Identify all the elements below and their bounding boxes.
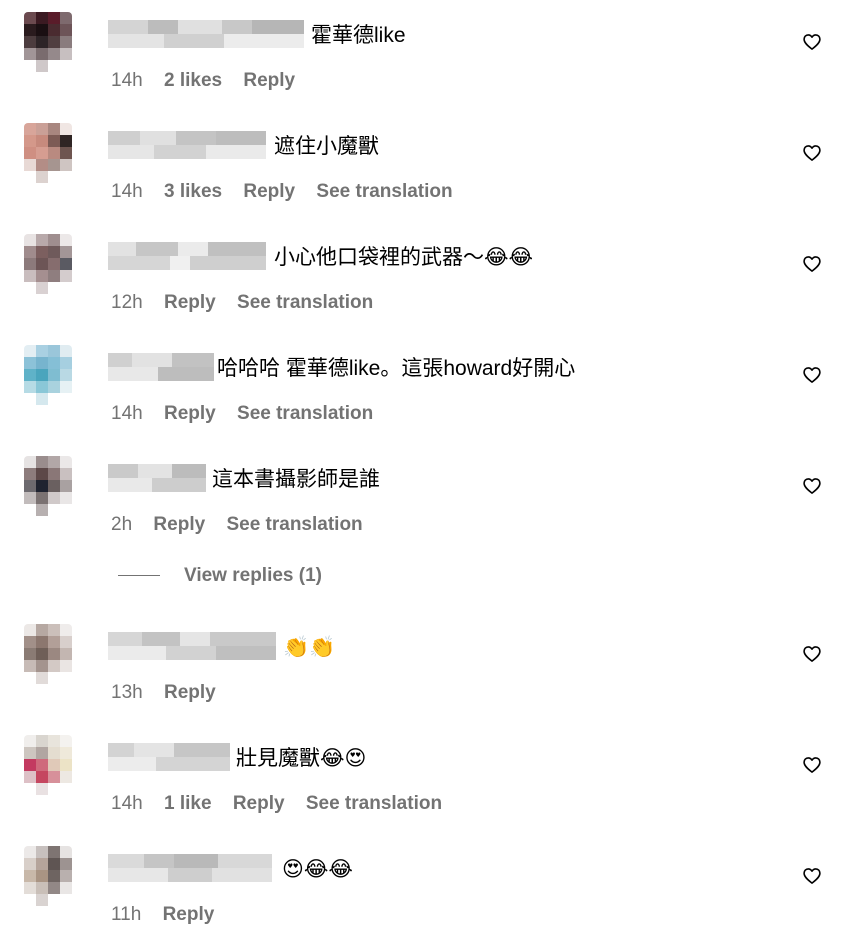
likes-count[interactable]: 1 like <box>164 793 212 814</box>
comment-item: 遮住小魔獸 14h 3 likes Reply See translation <box>0 121 846 221</box>
comment-meta: 14h 3 likes Reply See translation <box>111 181 469 203</box>
reply-button[interactable]: Reply <box>164 403 216 424</box>
comment-text: 😍😂😂 <box>282 858 353 881</box>
comment-time: 2h <box>111 514 133 535</box>
heart-icon[interactable] <box>802 644 822 664</box>
comment-time: 14h <box>111 181 143 202</box>
heart-icon[interactable] <box>802 476 822 496</box>
heart-icon[interactable] <box>802 32 822 52</box>
reply-button[interactable]: Reply <box>164 682 216 703</box>
comment-item: 這本書攝影師是誰 2h Reply See translation <box>0 454 846 554</box>
reply-button[interactable]: Reply <box>243 70 295 91</box>
comment-meta: 14h 1 like Reply See translation <box>111 793 458 815</box>
comment-meta: 2h Reply See translation <box>111 514 379 536</box>
username-redacted[interactable] <box>108 464 206 492</box>
comment-time: 14h <box>111 403 143 424</box>
avatar[interactable] <box>24 846 72 906</box>
comment-meta: 14h Reply See translation <box>111 403 389 425</box>
reply-button[interactable]: Reply <box>163 904 215 925</box>
avatar[interactable] <box>24 624 72 684</box>
heart-icon[interactable] <box>802 143 822 163</box>
comment-item: 壯見魔獸😂😍 14h 1 like Reply See translation <box>0 733 846 833</box>
avatar[interactable] <box>24 234 72 294</box>
username-redacted[interactable] <box>108 632 276 660</box>
view-replies-divider <box>118 575 160 577</box>
comment-text: 遮住小魔獸 <box>274 135 379 158</box>
comment-text: 壯見魔獸😂😍 <box>236 747 367 770</box>
view-replies-button[interactable]: View replies (1) <box>118 565 322 589</box>
username-redacted[interactable] <box>108 20 304 48</box>
reply-button[interactable]: Reply <box>153 514 205 535</box>
username-redacted[interactable] <box>108 131 266 159</box>
reply-button[interactable]: Reply <box>243 181 295 202</box>
comment-item: 😍😂😂 11h Reply <box>0 844 846 944</box>
avatar[interactable] <box>24 735 72 795</box>
avatar[interactable] <box>24 123 72 183</box>
see-translation-button[interactable]: See translation <box>237 292 373 313</box>
see-translation-button[interactable]: See translation <box>226 514 362 535</box>
see-translation-button[interactable]: See translation <box>237 403 373 424</box>
see-translation-button[interactable]: See translation <box>306 793 442 814</box>
comment-text: 哈哈哈 霍華德like。這張howard好開心 <box>217 357 576 380</box>
comment-item: 👏👏 13h Reply <box>0 622 846 722</box>
likes-count[interactable]: 3 likes <box>164 181 222 202</box>
username-redacted[interactable] <box>108 242 266 270</box>
likes-count[interactable]: 2 likes <box>164 70 222 91</box>
comment-text: 這本書攝影師是誰 <box>212 468 380 491</box>
heart-icon[interactable] <box>802 755 822 775</box>
comment-text: 霍華德like <box>311 24 406 47</box>
avatar[interactable] <box>24 345 72 405</box>
comment-text: 小心他口袋裡的武器～😂😂 <box>274 246 534 269</box>
comment-meta: 13h Reply <box>111 682 232 704</box>
comment-text: 👏👏 <box>283 636 336 659</box>
comment-time: 14h <box>111 793 143 814</box>
view-replies-label[interactable]: View replies (1) <box>184 565 322 586</box>
reply-button[interactable]: Reply <box>164 292 216 313</box>
see-translation-button[interactable]: See translation <box>316 181 452 202</box>
username-redacted[interactable] <box>108 353 214 381</box>
comment-time: 14h <box>111 70 143 91</box>
comment-meta: 12h Reply See translation <box>111 292 389 314</box>
comment-meta: 11h Reply <box>111 904 230 926</box>
heart-icon[interactable] <box>802 365 822 385</box>
heart-icon[interactable] <box>802 866 822 886</box>
comment-meta: 14h 2 likes Reply <box>111 70 311 92</box>
reply-button[interactable]: Reply <box>233 793 285 814</box>
comment-item: 哈哈哈 霍華德like。這張howard好開心 14h Reply See tr… <box>0 343 846 443</box>
avatar[interactable] <box>24 12 72 72</box>
username-redacted[interactable] <box>108 743 230 771</box>
heart-icon[interactable] <box>802 254 822 274</box>
comment-item: 小心他口袋裡的武器～😂😂 12h Reply See translation <box>0 232 846 332</box>
avatar[interactable] <box>24 456 72 516</box>
comment-time: 13h <box>111 682 143 703</box>
comment-time: 11h <box>111 904 142 925</box>
username-redacted[interactable] <box>108 854 272 882</box>
comment-time: 12h <box>111 292 143 313</box>
comment-item: 霍華德like 14h 2 likes Reply <box>0 10 846 110</box>
